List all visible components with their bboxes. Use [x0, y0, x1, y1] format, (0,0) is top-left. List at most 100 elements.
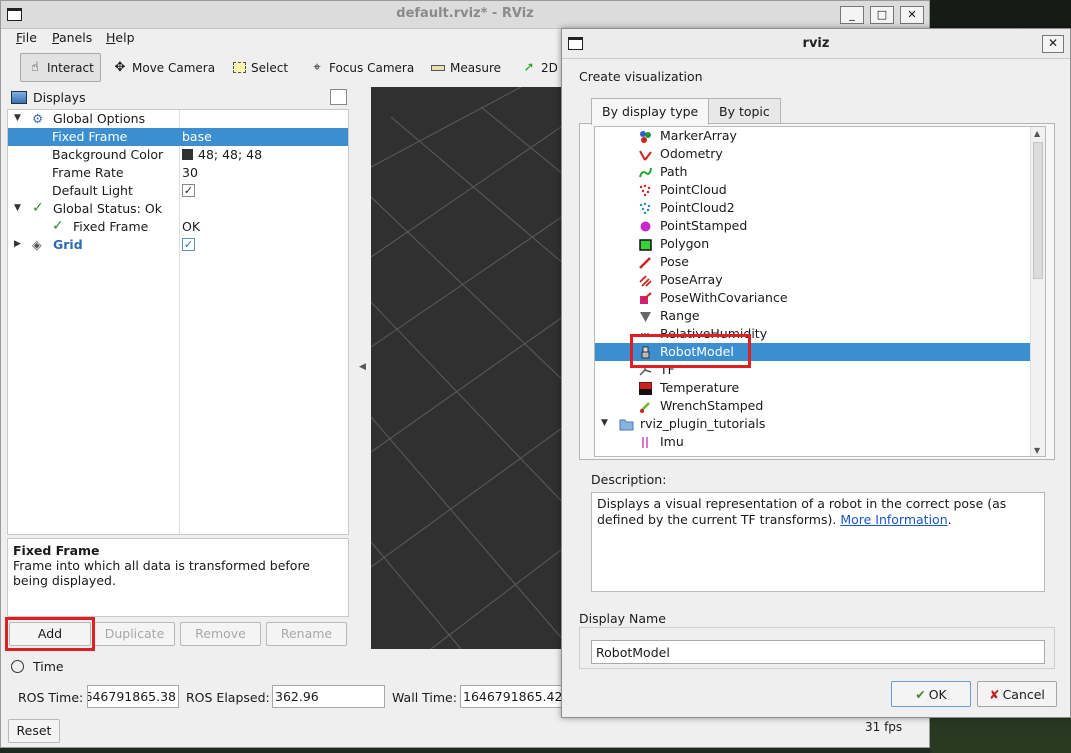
item-label: MarkerArray	[660, 128, 737, 143]
maximize-button[interactable]: □	[870, 6, 894, 24]
menu-help[interactable]: Help	[106, 30, 135, 45]
tree-row-status-fixed-frame[interactable]: ✓ Fixed Frame OK	[8, 218, 348, 236]
tree-row-global-status[interactable]: ▼ ✓ Global Status: Ok	[8, 200, 348, 218]
tree-key: Fixed Frame	[73, 219, 149, 234]
collapse-arrow-icon[interactable]: ▶	[14, 239, 21, 249]
list-item-pointcloud[interactable]: PointCloud	[595, 181, 1031, 199]
menu-file[interactable]: File	[16, 30, 37, 45]
cancel-button[interactable]: ✘ Cancel	[977, 681, 1057, 707]
list-item-posearray[interactable]: PoseArray	[595, 271, 1031, 289]
scroll-thumb[interactable]	[1033, 142, 1043, 279]
list-item-pointcloud2[interactable]: PointCloud2	[595, 199, 1031, 217]
tree-value[interactable]: 30	[182, 165, 198, 180]
scroll-up-icon[interactable]: ▲	[1034, 129, 1040, 138]
gear-icon: ⚙	[32, 111, 44, 126]
tree-row-global-options[interactable]: ▼ ⚙ Global Options	[8, 110, 348, 128]
tree-key: Fixed Frame	[52, 129, 128, 144]
time-title: Time	[33, 659, 64, 674]
tool-2d-pose[interactable]: ➚ 2D	[515, 53, 564, 82]
list-item-posewithcovariance[interactable]: PoseWithCovariance	[595, 289, 1031, 307]
tree-row-default-light[interactable]: Default Light ✓	[8, 182, 348, 200]
rename-button[interactable]: Rename	[266, 622, 347, 646]
tool-measure[interactable]: Measure	[424, 53, 507, 82]
expand-arrow-icon[interactable]: ▼	[14, 203, 21, 213]
tree-key: Background Color	[52, 147, 164, 162]
expand-arrow-icon[interactable]: ▼	[14, 113, 21, 123]
tool-select[interactable]: Select	[225, 53, 294, 82]
reset-button[interactable]: Reset	[8, 719, 60, 743]
ros-time-field[interactable]: 1646791865.38	[87, 685, 179, 708]
panel-splitter[interactable]: ◀	[355, 87, 369, 649]
list-item-pose[interactable]: Pose	[595, 253, 1031, 271]
description-label: Description:	[591, 472, 667, 487]
tree-key: Global Status: Ok	[53, 201, 162, 216]
tree-row-background-color[interactable]: Background Color 48; 48; 48	[8, 146, 348, 164]
list-item-pointstamped[interactable]: PointStamped	[595, 217, 1031, 235]
default-light-checkbox[interactable]: ✓	[182, 184, 195, 197]
remove-button[interactable]: Remove	[180, 622, 261, 646]
display-name-label: Display Name	[579, 611, 666, 626]
pose-estimate-icon: ➚	[523, 60, 535, 75]
dialog-titlebar[interactable]: rviz ✕	[562, 29, 1070, 59]
list-item-range[interactable]: Range	[595, 307, 1031, 325]
pose-covariance-icon	[640, 292, 652, 304]
ok-button[interactable]: ✔ OK	[891, 681, 971, 707]
wrench-icon	[640, 402, 650, 413]
tree-value[interactable]: 48; 48; 48	[182, 147, 262, 162]
pointcloud-icon	[639, 184, 651, 197]
tool-toolbar: ☝ Interact ✥ Move Camera Select ⌖ Focus …	[9, 51, 594, 84]
create-visualization-label: Create visualization	[579, 69, 703, 84]
tab-by-topic[interactable]: By topic	[708, 98, 781, 124]
menu-panels[interactable]: Panels	[52, 30, 92, 45]
tool-select-label: Select	[251, 60, 289, 75]
tree-row-grid[interactable]: ▶ ◈ Grid ✓	[8, 236, 348, 254]
property-description: Fixed Frame Frame into which all data is…	[7, 538, 349, 617]
list-item-rviz-plugin-tutorials[interactable]: ▼ rviz_plugin_tutorials	[595, 415, 1031, 433]
tree-key: Grid	[53, 237, 83, 252]
main-titlebar[interactable]: default.rviz* - RViz _ □ ✕	[1, 1, 929, 29]
polygon-icon	[639, 239, 652, 251]
close-button[interactable]: ✕	[900, 6, 924, 24]
duplicate-button[interactable]: Duplicate	[94, 622, 175, 646]
item-label: Imu	[660, 434, 684, 449]
list-item-path[interactable]: Path	[595, 163, 1031, 181]
item-label: PointStamped	[660, 218, 748, 233]
dialog-close-button[interactable]: ✕	[1042, 35, 1064, 53]
expand-arrow-icon[interactable]: ▼	[601, 418, 608, 428]
list-item-markerarray[interactable]: MarkerArray	[595, 127, 1031, 145]
ruler-icon	[430, 60, 446, 76]
tool-move-camera[interactable]: ✥ Move Camera	[106, 53, 221, 82]
wall-time-label: Wall Time:	[392, 690, 457, 705]
grid-checkbox[interactable]: ✓	[182, 238, 195, 251]
display-name-input[interactable]: RobotModel	[591, 640, 1045, 664]
list-item-imu[interactable]: Imu	[595, 433, 1031, 451]
tool-interact[interactable]: ☝ Interact	[20, 53, 101, 82]
tree-row-frame-rate[interactable]: Frame Rate 30	[8, 164, 348, 182]
ros-elapsed-field[interactable]: 362.96	[272, 685, 385, 708]
list-scrollbar[interactable]: ▲ ▼	[1030, 127, 1045, 456]
tool-focus-camera[interactable]: ⌖ Focus Camera	[303, 53, 420, 82]
cancel-label: Cancel	[1002, 686, 1045, 702]
list-item-polygon[interactable]: Polygon	[595, 235, 1031, 253]
ok-check-icon: ✔	[915, 686, 926, 702]
item-label: Temperature	[660, 380, 740, 395]
list-item-odometry[interactable]: Odometry	[595, 145, 1031, 163]
temperature-icon	[639, 382, 652, 395]
pose-icon	[639, 257, 651, 269]
scroll-down-icon[interactable]: ▼	[1034, 446, 1040, 455]
minimize-button[interactable]: _	[840, 6, 864, 24]
hand-pointer-icon: ☝	[31, 60, 39, 75]
3d-viewport[interactable]	[371, 87, 591, 649]
tree-value[interactable]: base	[182, 129, 212, 144]
wall-time-field[interactable]: 1646791865.42	[460, 685, 570, 708]
folder-icon	[619, 419, 634, 431]
robotmodel-highlight	[630, 334, 751, 368]
list-item-wrenchstamped[interactable]: WrenchStamped	[595, 397, 1031, 415]
point-stamped-icon	[640, 221, 651, 232]
tree-row-fixed-frame[interactable]: Fixed Frame base	[8, 128, 348, 146]
float-panel-button[interactable]	[330, 89, 347, 105]
list-item-temperature[interactable]: Temperature	[595, 379, 1031, 397]
grid-render	[371, 87, 591, 649]
more-information-link[interactable]: More Information	[840, 512, 947, 527]
tab-by-display-type[interactable]: By display type	[591, 98, 710, 125]
